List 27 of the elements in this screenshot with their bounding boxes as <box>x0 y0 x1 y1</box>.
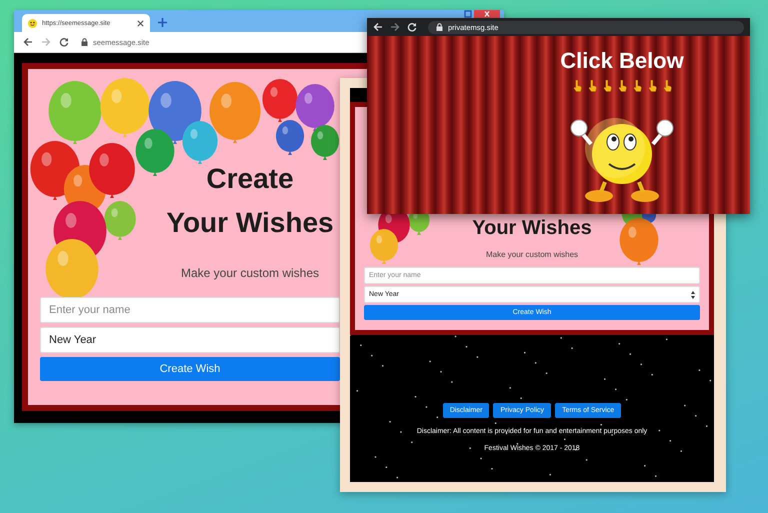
name-input[interactable]: Enter your name <box>40 297 340 323</box>
lock-icon <box>436 23 443 31</box>
smiley-icon <box>28 18 37 28</box>
close-icon[interactable] <box>474 10 500 18</box>
pointing-hand-icon <box>632 80 642 92</box>
pointing-hand-icon <box>602 80 612 92</box>
promo-title: Click Below <box>560 48 684 74</box>
subtitle: Make your custom wishes <box>180 265 320 281</box>
create-wish-button[interactable]: Create Wish <box>40 357 340 381</box>
lock-icon <box>81 38 88 46</box>
page-heading: Create <box>206 162 294 196</box>
pointing-hand-icon <box>588 80 596 92</box>
forward-icon[interactable] <box>390 22 400 32</box>
pointing-hand-icon <box>572 80 582 92</box>
maximize-icon[interactable] <box>464 10 472 18</box>
back-icon[interactable] <box>23 37 33 47</box>
page-heading: Your Wishes <box>472 216 592 241</box>
close-icon[interactable] <box>137 20 144 26</box>
select-arrows-icon <box>691 290 695 298</box>
occasion-select[interactable]: New Year <box>40 327 340 353</box>
pointing-hand-icon <box>648 80 656 92</box>
plus-icon[interactable] <box>158 18 167 27</box>
pointing-hand-icon <box>618 80 626 92</box>
page-heading: Your Wishes <box>166 206 334 240</box>
pointing-hand-icon <box>662 80 672 92</box>
subtitle: Make your custom wishes <box>486 249 578 261</box>
reload-icon[interactable] <box>59 37 69 47</box>
